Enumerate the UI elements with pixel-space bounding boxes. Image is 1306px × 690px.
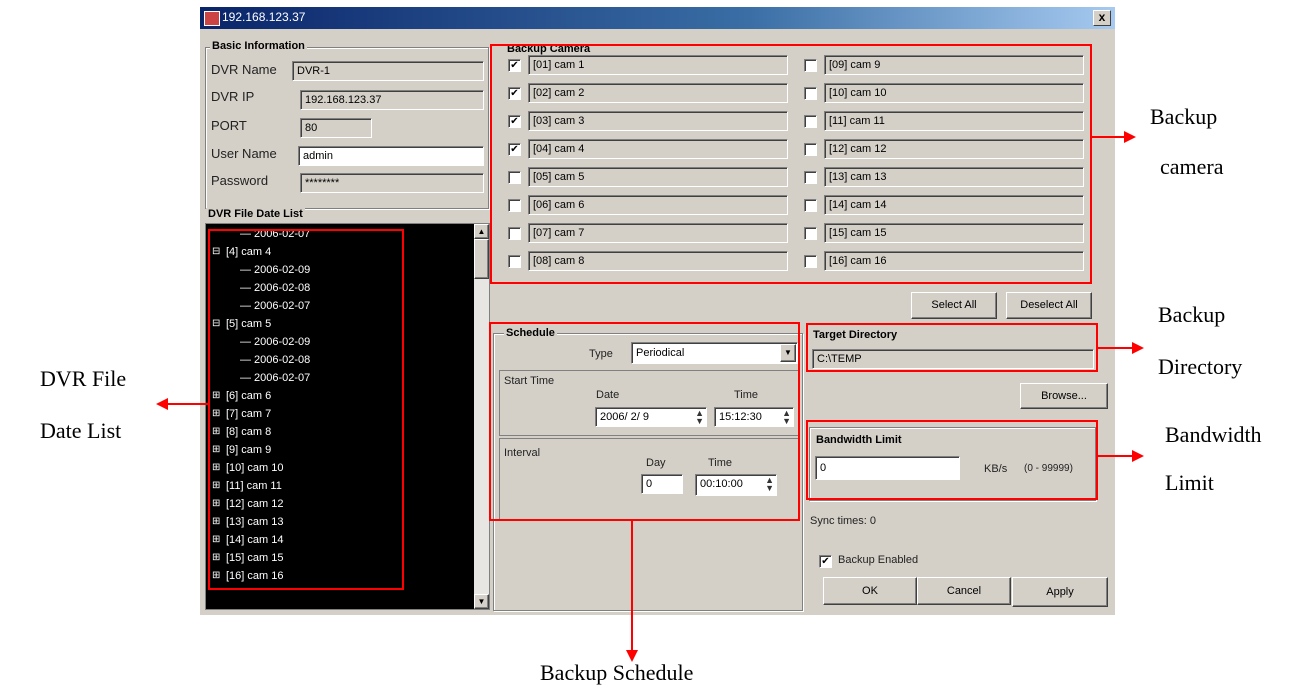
annotation-arrows <box>156 131 1144 662</box>
annotation-bandwidth-line2: Limit <box>1165 470 1214 495</box>
annotation-file-list-line2: Date List <box>40 418 122 443</box>
annotation-file-list-line1: DVR File <box>40 366 127 391</box>
annotation-backup-camera-line1: Backup <box>1150 104 1218 129</box>
annotation-backup-directory-line1: Backup <box>1158 302 1226 327</box>
annotation-backup-camera-line2: camera <box>1160 154 1224 179</box>
annotation-backup-directory-line2: Directory <box>1158 354 1243 379</box>
annotation-bandwidth-line1: Bandwidth <box>1165 422 1262 447</box>
annotation-backup-schedule: Backup Schedule <box>540 660 694 685</box>
